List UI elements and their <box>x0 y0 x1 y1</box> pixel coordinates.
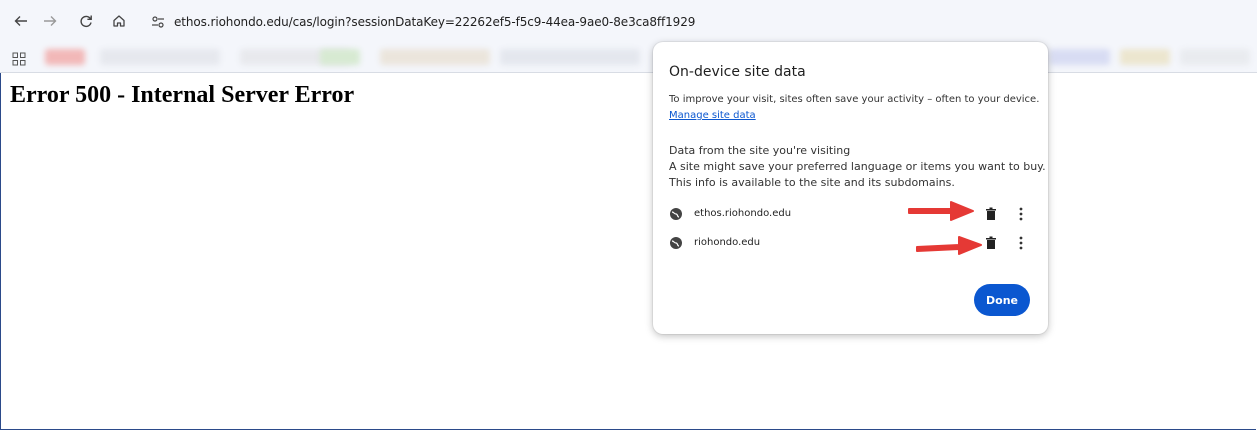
site-info-icon[interactable] <box>150 14 166 30</box>
popup-description: To improve your visit, sites often save … <box>669 94 1040 105</box>
site-label: ethos.riohondo.edu <box>694 208 792 219</box>
section-line-1: A site might save your preferred languag… <box>669 160 1046 173</box>
page-error-heading: Error 500 - Internal Server Error <box>10 82 355 108</box>
bookmark-item[interactable] <box>500 49 640 65</box>
bookmark-item[interactable] <box>1050 49 1110 65</box>
back-icon[interactable] <box>12 12 30 30</box>
forward-icon[interactable] <box>41 12 59 30</box>
done-button[interactable]: Done <box>974 284 1030 316</box>
bookmark-item[interactable] <box>1120 49 1170 65</box>
site-data-popup: On-device site data To improve your visi… <box>653 42 1048 334</box>
annotation-arrow-icon <box>908 201 974 221</box>
site-row-ethos: ethos.riohondo.edu <box>667 204 1037 226</box>
bookmark-item[interactable] <box>380 49 490 65</box>
address-bar-url[interactable]: ethos.riohondo.edu/cas/login?sessionData… <box>174 15 695 29</box>
manage-site-data-link[interactable]: Manage site data <box>669 110 756 121</box>
section-line-2: This info is available to the site and i… <box>669 176 955 189</box>
browser-toolbar: ethos.riohondo.edu/cas/login?sessionData… <box>0 0 1257 44</box>
trash-icon[interactable] <box>985 236 997 250</box>
popup-title: On-device site data <box>669 64 806 80</box>
reload-icon[interactable] <box>77 12 95 30</box>
annotation-arrow-icon <box>916 236 982 255</box>
bookmark-item[interactable] <box>1180 49 1250 65</box>
bookmark-item[interactable] <box>100 49 220 65</box>
apps-grid-icon[interactable] <box>12 52 26 66</box>
site-label: riohondo.edu <box>694 237 761 248</box>
section-heading: Data from the site you're visiting <box>669 144 851 157</box>
more-options-icon[interactable] <box>1015 206 1027 222</box>
bookmarks-bar <box>0 44 1257 73</box>
more-options-icon[interactable] <box>1015 235 1027 251</box>
bookmark-item[interactable] <box>320 49 360 65</box>
bookmark-item[interactable] <box>45 49 85 65</box>
globe-icon <box>669 236 683 250</box>
globe-icon <box>669 207 683 221</box>
home-icon[interactable] <box>110 12 128 30</box>
trash-icon[interactable] <box>985 207 997 221</box>
